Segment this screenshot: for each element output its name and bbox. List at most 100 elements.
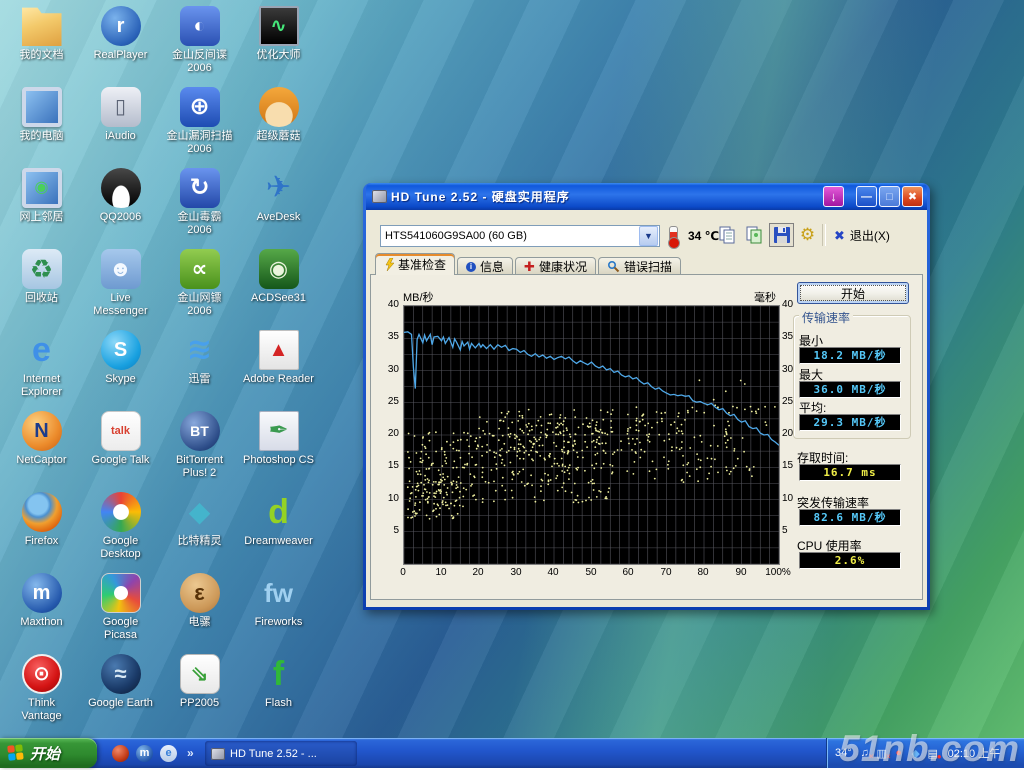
quicklaunch-maxthon-icon[interactable]: m xyxy=(136,745,153,762)
desktop-icon-recycle-bin[interactable]: ♻回收站 xyxy=(4,249,79,305)
quicklaunch-chevron-icon[interactable]: » xyxy=(187,746,194,760)
google-talk-label: Google Talk xyxy=(83,454,158,467)
hdtune-client: HTS541060G9SA00 (60 GB) ▼ 34 ℃ xyxy=(366,210,927,607)
y-tick-left-35: 35 xyxy=(379,331,399,342)
tray-clock[interactable]: 02:10 上午 xyxy=(948,745,1001,761)
save-button[interactable] xyxy=(769,223,794,247)
chevron-down-icon[interactable]: ▼ xyxy=(639,226,658,246)
desktop-icon-kingsoft-duba[interactable]: ↻金山毒霸 2006 xyxy=(162,168,237,237)
recycle-bin-icon: ♻ xyxy=(22,249,62,289)
adobe-reader-glyph: ▲ xyxy=(269,340,289,360)
copy-text-button[interactable] xyxy=(715,223,740,247)
desktop-icon-super-mushroom[interactable]: 超级蘑菇 xyxy=(241,87,316,143)
update-tray-icon[interactable]: ▤● xyxy=(926,746,940,760)
emule-label: 电骡 xyxy=(162,616,237,629)
acdsee-glyph: ◉ xyxy=(269,258,288,280)
desktop-icon-iaudio[interactable]: ▯iAudio xyxy=(83,87,158,143)
desktop-icon-my-documents[interactable]: 我的文档 xyxy=(4,6,79,62)
avedesk-glyph: ✈ xyxy=(266,173,291,203)
network-places-icon: ◉ xyxy=(22,168,62,208)
minimize-button[interactable]: — xyxy=(856,186,877,207)
live-messenger-icon: ☻ xyxy=(101,249,141,289)
tab-health[interactable]: ✚ 健康状况 xyxy=(515,257,596,275)
download-arrow-button[interactable]: ↓ xyxy=(823,186,844,207)
kingsoft-vulnscan-label: 金山漏洞扫描 2006 xyxy=(162,130,237,156)
desktop-icon-google-earth[interactable]: ≈Google Earth xyxy=(83,654,158,710)
desktop-icon-netcaptor[interactable]: NNetCaptor xyxy=(4,411,79,467)
kingsoft-tray-icon[interactable]: ● xyxy=(892,746,906,760)
desktop-icon-adobe-reader[interactable]: ▲Adobe Reader xyxy=(241,330,316,386)
y-axis-left-title: MB/秒 xyxy=(403,289,434,305)
desktop-icon-dreamweaver[interactable]: dDreamweaver xyxy=(241,492,316,548)
x-tick-30: 30 xyxy=(499,567,533,578)
desktop-icon-fireworks[interactable]: fwFireworks xyxy=(241,573,316,629)
quicklaunch-sphere-icon[interactable] xyxy=(112,745,129,762)
flash-glyph: f xyxy=(273,657,284,691)
google-talk-icon: talk xyxy=(101,411,141,451)
benchmark-start-button[interactable]: 开始 xyxy=(797,282,909,304)
kingsoft-netguard-glyph: ∝ xyxy=(192,258,208,280)
desktop-icon-xunlei[interactable]: ≋迅雷 xyxy=(162,330,237,386)
fireworks-glyph: fw xyxy=(264,580,293,606)
desktop-icon-pp2005[interactable]: ⇘PP2005 xyxy=(162,654,237,710)
desktop-icon-maxthon[interactable]: mMaxthon xyxy=(4,573,79,629)
desktop-icon-firefox[interactable]: Firefox xyxy=(4,492,79,548)
window-title: HD Tune 2.52 - 硬盘实用程序 xyxy=(391,188,821,205)
exit-button[interactable]: ✖ 退出(X) xyxy=(834,227,890,244)
volume-muted-icon-badge: × xyxy=(869,753,874,761)
desktop-icon-acdsee[interactable]: ◉ACDSee31 xyxy=(241,249,316,305)
desktop-icon-google-desktop[interactable]: Google Desktop xyxy=(83,492,158,561)
desktop-icon-bitspirit[interactable]: ◆比特精灵 xyxy=(162,492,237,548)
taskbar: 开始 » me HD Tune 2.52 - ... 34° ♫×▥×●◆▤● … xyxy=(0,738,1024,768)
hdtune-task-icon xyxy=(211,748,225,760)
desktop-icon-flash[interactable]: fFlash xyxy=(241,654,316,710)
info-icon: i xyxy=(466,262,476,272)
desktop-icon-youhua-dashi[interactable]: ∿优化大师 xyxy=(241,6,316,62)
update-tray-icon-badge: ● xyxy=(937,753,942,761)
tab-error-scan[interactable]: 错误扫描 xyxy=(598,257,681,275)
drive-select-combobox[interactable]: HTS541060G9SA00 (60 GB) ▼ xyxy=(380,225,660,247)
access-time-value: 16.7 ms xyxy=(799,464,901,481)
network-disconnected-icon[interactable]: ▥× xyxy=(875,746,889,760)
desktop-icon-bittorrent-plus[interactable]: BTBitTorrent Plus! 2 xyxy=(162,411,237,480)
desktop-icon-avedesk[interactable]: ✈AveDesk xyxy=(241,168,316,224)
volume-muted-icon[interactable]: ♫× xyxy=(858,746,872,760)
google-desktop-label: Google Desktop xyxy=(83,535,158,561)
desktop-icon-photoshop-cs[interactable]: ✒Photoshop CS xyxy=(241,411,316,467)
kingsoft-antispy-icon: ◐ xyxy=(180,6,220,46)
desktop-icon-qq2006[interactable]: QQ2006 xyxy=(83,168,158,224)
x-tick-50: 50 xyxy=(574,567,608,578)
firefox-label: Firefox xyxy=(4,535,79,548)
hdtune-task-label: HD Tune 2.52 - ... xyxy=(230,748,317,760)
window-titlebar[interactable]: HD Tune 2.52 - 硬盘实用程序 ↓ — □ ✖ xyxy=(366,183,927,210)
quick-launch-bar: » me xyxy=(106,738,194,768)
desktop-icon-google-talk[interactable]: talk Google Talk xyxy=(83,411,158,467)
tray-temperature: 34° xyxy=(835,747,852,759)
close-button[interactable]: ✖ xyxy=(902,186,923,207)
desktop-icon-emule[interactable]: ε电骡 xyxy=(162,573,237,629)
desktop-icon-network-places[interactable]: ◉网上邻居 xyxy=(4,168,79,224)
netcaptor-icon: N xyxy=(22,411,62,451)
desktop-icon-realplayer[interactable]: rRealPlayer xyxy=(83,6,158,62)
acdsee-icon: ◉ xyxy=(259,249,299,289)
desktop-icon-kingsoft-vulnscan[interactable]: ⊕金山漏洞扫描 2006 xyxy=(162,87,237,156)
copy-image-button[interactable] xyxy=(742,223,767,247)
desktop-icon-think-vantage[interactable]: ⊙Think Vantage xyxy=(4,654,79,723)
start-menu-button[interactable]: 开始 xyxy=(0,738,97,768)
desktop-icon-kingsoft-netguard[interactable]: ∝金山网镖 2006 xyxy=(162,249,237,318)
desktop-icon-internet-explorer[interactable]: eInternet Explorer xyxy=(4,330,79,399)
taskbar-hdtune-button[interactable]: HD Tune 2.52 - ... xyxy=(205,741,357,766)
quicklaunch-mail-icon[interactable]: e xyxy=(160,745,177,762)
desktop-icon-kingsoft-antispy[interactable]: ◐金山反间谍 2006 xyxy=(162,6,237,75)
desktop-icon-live-messenger[interactable]: ☻Live Messenger xyxy=(83,249,158,318)
security-shield-icon[interactable]: ◆ xyxy=(909,746,923,760)
desktop-icon-skype[interactable]: SSkype xyxy=(83,330,158,386)
desktop-icon-google-picasa[interactable]: Google Picasa xyxy=(83,573,158,642)
tab-info[interactable]: i 信息 xyxy=(457,257,513,275)
desktop-icon-my-computer[interactable]: 我的电脑 xyxy=(4,87,79,143)
xunlei-glyph: ≋ xyxy=(187,335,212,365)
google-picasa-icon xyxy=(101,573,141,613)
maximize-button[interactable]: □ xyxy=(879,186,900,207)
options-button[interactable]: ⚙ xyxy=(795,223,820,247)
tab-benchmark[interactable]: 基准检查 xyxy=(375,253,455,275)
